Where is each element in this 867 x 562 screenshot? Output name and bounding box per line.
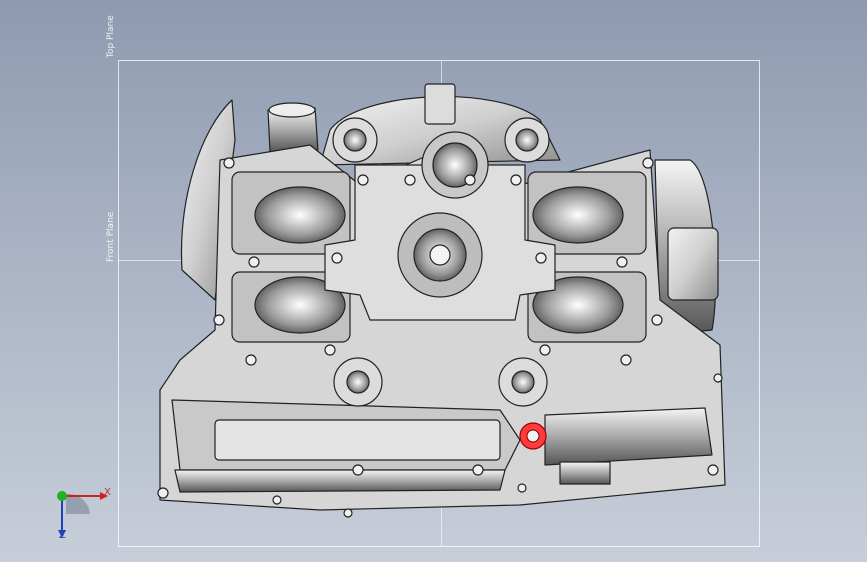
- graphics-viewport[interactable]: Top Plane Front Plane X Z: [0, 0, 867, 562]
- z-axis-label: Z: [59, 530, 66, 541]
- lower-rail: [174, 469, 506, 493]
- top-boss: [424, 83, 456, 125]
- lower-slot: [214, 419, 501, 461]
- y-axis-dot: [57, 491, 67, 501]
- right-upper-port: [532, 186, 624, 244]
- left-upper-port: [254, 186, 346, 244]
- cylinder-head-model[interactable]: [0, 0, 867, 562]
- x-axis-label: X: [104, 487, 111, 498]
- right-clamp: [667, 227, 719, 301]
- right-duct: [544, 407, 713, 466]
